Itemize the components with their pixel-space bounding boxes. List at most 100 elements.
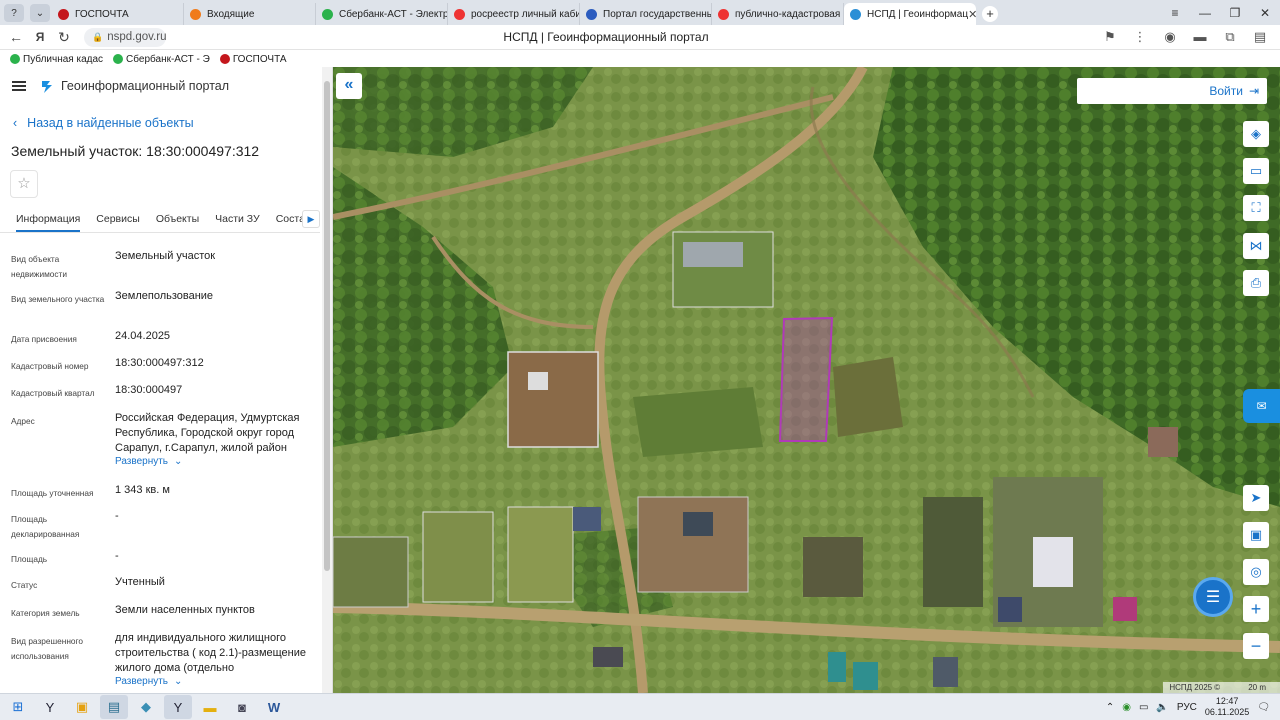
attr-key: Кадастровый квартал	[11, 388, 95, 398]
volume-icon[interactable]: 🔈	[1156, 702, 1168, 713]
tray-app-icon[interactable]: ◉	[1122, 702, 1131, 713]
more-icon[interactable]: ⋮	[1130, 29, 1150, 45]
attr-key: Площадь	[11, 554, 48, 564]
attr-row: Вид разрешенного использования для индив…	[0, 631, 320, 693]
help-chat-icon[interactable]: ✉	[1243, 389, 1280, 423]
app-icon[interactable]: ◆	[132, 695, 160, 719]
browser-tab[interactable]: Сбербанк-АСТ - Электро	[316, 3, 448, 25]
word-icon[interactable]: W	[260, 695, 288, 719]
attr-row: Кадастровый номер 18:30:000497:312	[0, 356, 320, 383]
close-window-icon[interactable]: ✕	[1250, 6, 1280, 20]
collections-icon[interactable]: ⧉	[1220, 29, 1240, 45]
portal-brand: Геоинформационный портал	[61, 79, 230, 93]
downloads-icon[interactable]: ▬	[1190, 29, 1210, 45]
attr-row: Дата присвоения 24.04.2025	[0, 329, 320, 356]
layers-button[interactable]: ◈	[1243, 121, 1269, 147]
tab-parts[interactable]: Части ЗУ	[215, 207, 260, 232]
notifications-icon[interactable]: 🗨	[1257, 702, 1270, 713]
tab-composition[interactable]: Соста	[276, 207, 305, 232]
bookmark-item[interactable]: Публичная кадас	[10, 54, 103, 65]
bookmarks-bar: Публичная кадас Сбербанк-АСТ - Э ГОСПОЧТ…	[0, 51, 1280, 67]
browser-tab[interactable]: Входящие	[184, 3, 316, 25]
yandex-browser-icon[interactable]: Y	[36, 695, 64, 719]
bookmark-item[interactable]: Сбербанк-АСТ - Э	[113, 54, 210, 65]
scrollbar-thumb[interactable]	[324, 81, 330, 571]
favorite-star-button[interactable]: ☆	[10, 170, 38, 198]
tab-label: Входящие	[207, 8, 255, 20]
tab-favicon	[850, 8, 861, 20]
attr-value: 18:30:000497:312	[115, 357, 204, 369]
attr-key: Площадь декларированная	[11, 514, 80, 539]
object-title: Земельный участок: 18:30:000497:312	[11, 143, 260, 159]
tab-information[interactable]: Информация	[16, 207, 81, 232]
app-icon[interactable]: ▤	[100, 695, 128, 719]
location-target-button[interactable]: ◎	[1243, 559, 1269, 585]
selected-parcel-outline[interactable]	[778, 316, 834, 442]
new-tab-button[interactable]: +	[982, 6, 998, 22]
bookmark-item[interactable]: ГОСПОЧТА	[219, 53, 287, 65]
tab-favicon	[322, 8, 333, 20]
minimize-icon[interactable]: —	[1190, 6, 1220, 20]
bookmark-icon[interactable]: ⚑	[1100, 29, 1120, 45]
clock[interactable]: 12:47 06.11.2025	[1205, 696, 1249, 718]
geolocation-button[interactable]: ➤	[1243, 485, 1269, 511]
map-view[interactable]: « Войти ⇥ ◈ ▭ ⛶ ⋈ ⎙ ✉ ➤ ▣ ◎ ☰ + − НСПД 20…	[333, 67, 1280, 693]
sidebar-icon[interactable]: ▤	[1250, 29, 1270, 45]
browser-tab[interactable]: росреестр личный кабин	[448, 3, 580, 25]
zoom-out-button[interactable]: −	[1243, 633, 1269, 659]
panel-scrollbar[interactable]	[322, 67, 332, 693]
tabs-scroll-right-icon[interactable]: ▶	[302, 210, 320, 228]
browser-menu-icon[interactable]: ?	[4, 4, 24, 22]
tab-objects[interactable]: Объекты	[156, 207, 199, 232]
attr-key: Кадастровый номер	[11, 361, 89, 371]
tab-favicon	[58, 8, 69, 20]
print-button[interactable]: ⎙	[1243, 270, 1269, 296]
close-tab-icon[interactable]: ✕	[968, 8, 976, 21]
scale-label: 20 m	[1248, 683, 1266, 692]
system-tray: ⌃ ◉ ▭ 🔈 РУС 12:47 06.11.2025 🗨	[1106, 696, 1280, 718]
restore-icon[interactable]: ❐	[1220, 6, 1250, 20]
browser-tab-active[interactable]: НСПД | Геоинформац ✕	[844, 3, 976, 25]
bookmark-label: ГОСПОЧТА	[232, 53, 287, 65]
tabs-dropdown-icon[interactable]: ⌄	[30, 4, 50, 22]
bookmark-favicon	[10, 54, 20, 64]
language-indicator[interactable]: РУС	[1177, 702, 1197, 713]
browser-tab[interactable]: ГОСПОЧТА	[52, 3, 184, 25]
clock-date: 06.11.2025	[1204, 707, 1250, 717]
browser-menu-icon[interactable]: ≡	[1160, 6, 1190, 20]
back-to-results-link[interactable]: ‹ Назад в найденные объекты	[13, 116, 194, 130]
tab-label: публично-кадастровая к	[735, 8, 844, 20]
zoom-in-button[interactable]: +	[1243, 596, 1269, 622]
expand-label: Развернуть	[115, 456, 169, 467]
minimap-button[interactable]: ▣	[1243, 522, 1269, 548]
yandex-browser-icon[interactable]: Y	[164, 695, 192, 719]
expand-usage-link[interactable]: Развернуть ⌄	[115, 676, 315, 687]
tray-expand-icon[interactable]: ⌃	[1106, 702, 1114, 713]
bookmark-favicon	[219, 54, 230, 64]
browser-tab-strip: ? ⌄ ГОСПОЧТА Входящие Сбербанк-АСТ - Эле…	[0, 0, 1280, 25]
browser-tab[interactable]: публично-кадастровая к	[712, 3, 844, 25]
expand-address-link[interactable]: Развернуть ⌄	[115, 456, 315, 467]
collapse-panel-button[interactable]: «	[336, 73, 362, 99]
app-icon[interactable]: ◙	[228, 695, 256, 719]
browser-tab[interactable]: Портал государственны	[580, 3, 712, 25]
page-title: НСПД | Геоинформационный портал	[503, 30, 709, 44]
app-icon[interactable]: ▣	[68, 695, 96, 719]
tab-services[interactable]: Сервисы	[96, 207, 140, 232]
attr-value: Землепользование	[115, 290, 214, 302]
file-explorer-icon[interactable]: ▬	[196, 695, 224, 719]
attr-row: Адрес Российская Федерация, Удмуртская Р…	[0, 411, 320, 483]
extension-icon[interactable]: ◉	[1160, 29, 1180, 45]
hamburger-menu-icon[interactable]	[12, 81, 26, 91]
ruler-button[interactable]: ▭	[1243, 158, 1269, 184]
tab-label: Сбербанк-АСТ - Электро	[339, 8, 448, 20]
share-button[interactable]: ⋈	[1243, 233, 1269, 259]
tab-label: росреестр личный кабин	[471, 8, 580, 20]
copyright-text: НСПД 2025 ©	[1169, 683, 1221, 692]
chat-bubble-button[interactable]: ☰	[1193, 577, 1233, 617]
login-button[interactable]: Войти ⇥	[1077, 78, 1267, 104]
start-windows-icon[interactable]: ⊞	[4, 695, 32, 719]
network-icon[interactable]: ▭	[1139, 702, 1148, 713]
attr-value: -	[115, 550, 119, 562]
select-area-button[interactable]: ⛶	[1243, 195, 1269, 221]
